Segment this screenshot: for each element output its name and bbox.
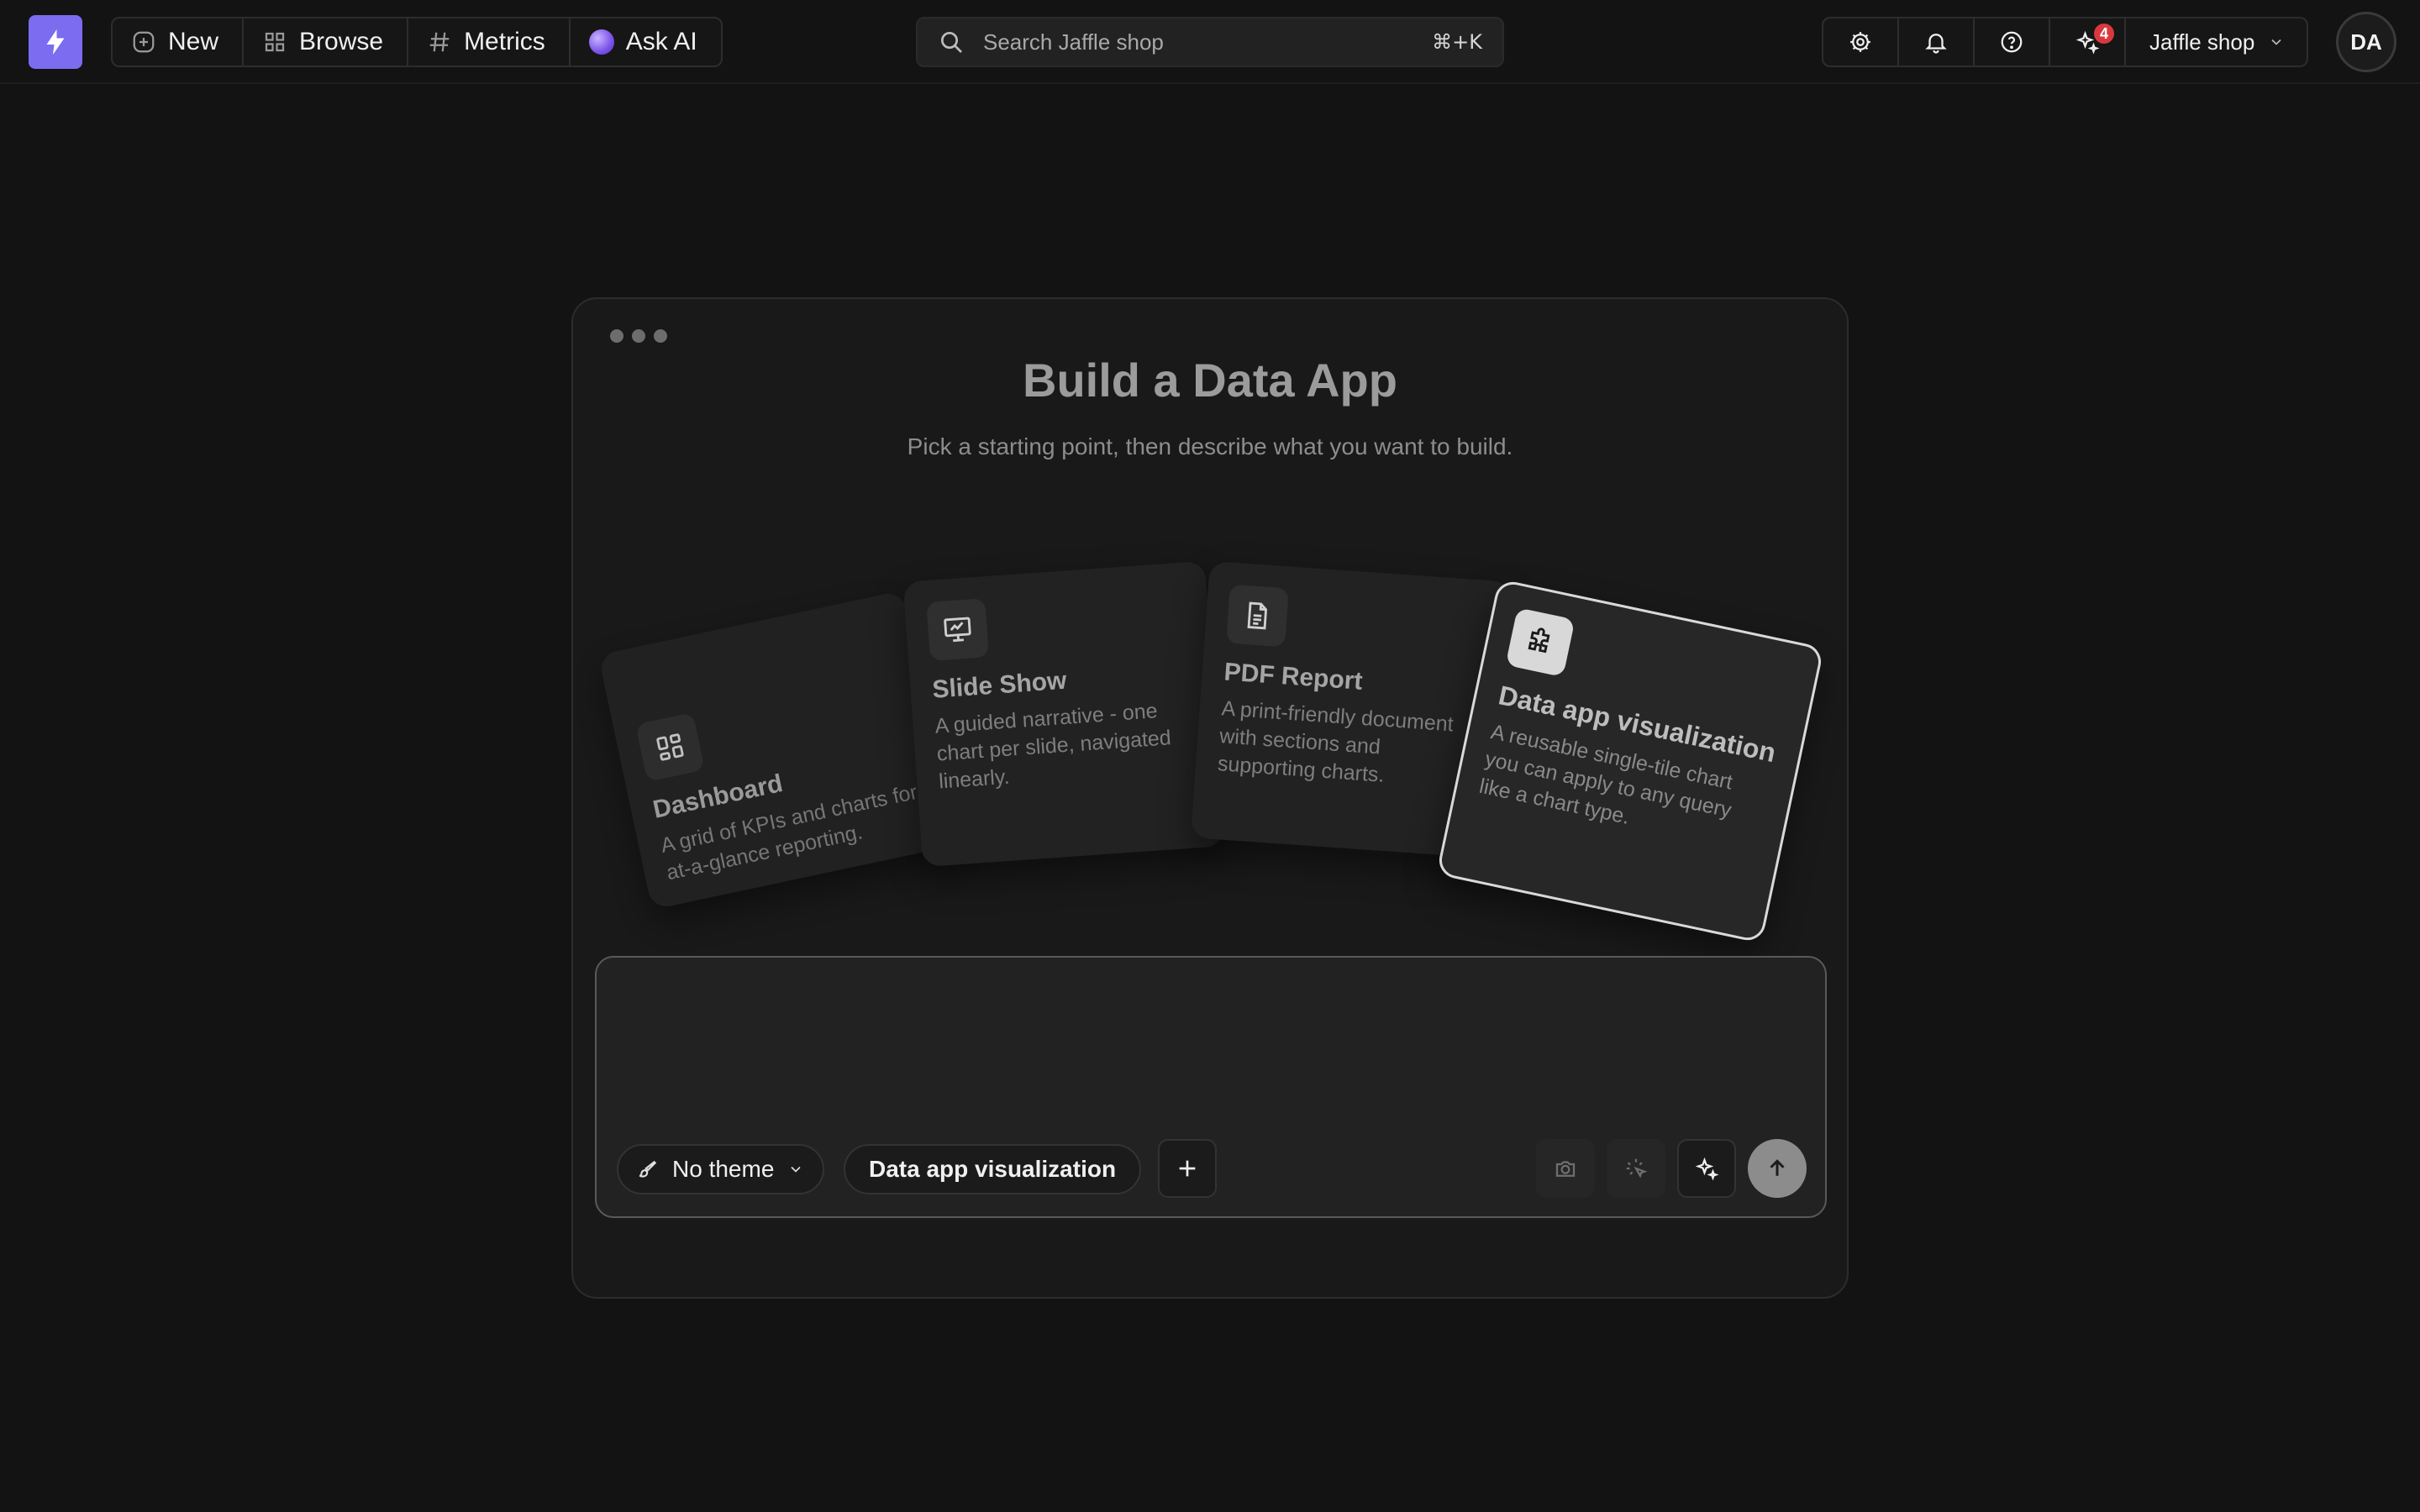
sparkles-icon	[1695, 1157, 1719, 1181]
presentation-icon	[926, 598, 990, 661]
help-circle-icon	[2001, 31, 2023, 53]
send-button[interactable]	[1748, 1139, 1807, 1198]
ask-ai-label: Ask AI	[625, 28, 697, 55]
grid-icon	[265, 32, 285, 52]
notification-badge: 4	[2094, 24, 2114, 44]
chevron-down-icon	[2271, 39, 2281, 45]
camera-icon	[1555, 1161, 1576, 1177]
browse-button[interactable]: Browse	[244, 18, 409, 66]
ai-updates-button[interactable]: 4	[2050, 18, 2126, 66]
help-button[interactable]	[1975, 18, 2050, 66]
window-dots	[610, 329, 667, 343]
header-actions: 4 Jaffle shop	[1822, 17, 2309, 67]
window-dot	[610, 329, 623, 343]
theme-selector[interactable]: No theme	[617, 1144, 825, 1194]
notifications-button[interactable]	[1899, 18, 1975, 66]
window-dot	[632, 329, 645, 343]
primary-nav: New Browse Metrics Ask AI	[111, 17, 723, 67]
cursor-click-icon	[1626, 1158, 1648, 1179]
template-card-dashboard[interactable]: Dashboard A grid of KPIs and charts for …	[597, 590, 957, 911]
search-placeholder: Search Jaffle shop	[983, 29, 1164, 55]
window-dot	[654, 329, 667, 343]
bell-icon	[1925, 34, 1947, 54]
page-title: Build a Data App	[1023, 354, 1397, 407]
ai-orb-icon	[588, 29, 614, 55]
browse-label: Browse	[299, 28, 384, 55]
settings-button[interactable]	[1823, 18, 1899, 66]
metrics-label: Metrics	[464, 28, 545, 55]
hash-icon	[429, 32, 450, 52]
template-card-data-app-visualization[interactable]: Data app visualization A reusable single…	[1435, 578, 1825, 944]
plus-circle-icon	[133, 31, 155, 53]
theme-label: No theme	[672, 1156, 775, 1182]
app-type-chip[interactable]: Data app visualization	[844, 1144, 1142, 1194]
card-description: A print-friendly document with sections …	[1217, 696, 1455, 787]
workspace-name: Jaffle shop	[2149, 29, 2255, 55]
arrow-up-icon	[1770, 1159, 1785, 1176]
screenshot-button[interactable]	[1536, 1139, 1595, 1198]
prompt-input-area[interactable]: No theme Data app visualization	[595, 956, 1827, 1218]
puzzle-icon	[1505, 607, 1576, 678]
chevron-down-icon	[791, 1166, 801, 1173]
metrics-button[interactable]: Metrics	[408, 18, 571, 66]
lightning-logo-icon	[46, 29, 65, 55]
app-logo[interactable]	[29, 15, 82, 69]
document-icon	[1226, 584, 1289, 648]
dashboard-icon	[634, 711, 705, 782]
search-shortcut: ⌘+K	[1432, 30, 1482, 54]
user-avatar[interactable]: DA	[2336, 12, 2396, 72]
gear-icon	[1850, 32, 1870, 52]
add-attachment-button[interactable]	[1158, 1139, 1217, 1198]
workspace-switcher[interactable]: Jaffle shop	[2126, 18, 2307, 66]
search-bar[interactable]: Search Jaffle shop ⌘+K	[916, 17, 1504, 67]
plus-icon	[1179, 1160, 1196, 1177]
template-card-slide-show[interactable]: Slide Show A guided narrative - one char…	[902, 560, 1225, 868]
page-subtitle: Pick a starting point, then describe wha…	[907, 433, 1513, 459]
builder-panel: Build a Data App Pick a starting point, …	[571, 297, 1849, 1299]
new-button[interactable]: New	[113, 18, 245, 66]
pick-element-button[interactable]	[1607, 1139, 1665, 1198]
card-description: A guided narrative - one chart per slide…	[934, 699, 1172, 794]
search-icon	[941, 32, 962, 53]
new-label: New	[168, 28, 219, 55]
ask-ai-button[interactable]: Ask AI	[571, 18, 721, 66]
brush-icon	[639, 1160, 657, 1178]
enhance-prompt-button[interactable]	[1677, 1139, 1736, 1198]
top-navbar: New Browse Metrics Ask AI Search Jaffle …	[0, 0, 2420, 84]
